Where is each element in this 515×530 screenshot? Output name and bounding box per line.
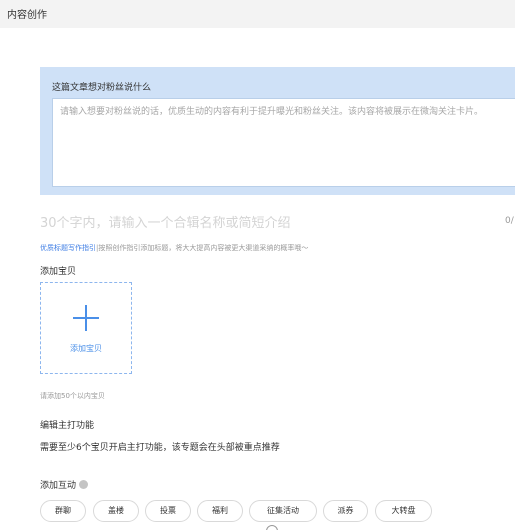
goods-limit-hint: 请添加50个以内宝贝 [40,392,105,400]
interaction-chip-welfare[interactable]: 福利 [197,500,243,522]
add-goods-button-label: 添加宝贝 [70,344,102,353]
interaction-chip-lucky-wheel[interactable]: 大转盘 [375,500,432,522]
title-input[interactable]: 30个字内，请输入一个合辑名称或简短介绍 [40,212,291,231]
top-bar: 内容创作 [0,0,515,28]
interaction-chip-collection[interactable]: 征集活动 [249,500,317,522]
page-title: 内容创作 [7,10,47,21]
fans-message-textarea[interactable]: 请输入想要对粉丝说的话，优质生动的内容有利于提升曝光和粉丝关注。该内容将被展示在… [52,98,515,187]
title-guide-link[interactable]: 优质标题写作指引 [40,244,96,252]
info-icon[interactable] [79,480,89,489]
title-char-count: 0/ [505,216,514,226]
add-goods-label: 添加宝贝 [40,267,77,277]
title-tip: 优质标题写作指引|按照创作指引添加标题，将大大提高内容被更大渠道采纳的概率哦～ [40,243,308,253]
add-interaction-label: 添加互动 [40,481,77,491]
title-tip-text: |按照创作指引添加标题，将大大提高内容被更大渠道采纳的概率哦～ [96,244,309,252]
interaction-chip-coupon[interactable]: 派券 [323,500,368,522]
interaction-chip-vote[interactable]: 投票 [145,500,191,522]
main-feature-description: 需要至少6个宝贝开启主打功能，该专题会在头部被重点推荐 [40,443,280,453]
add-interaction-heading: 添加互动 [40,478,89,491]
fans-message-panel: 这篇文章想对粉丝说什么 请输入想要对粉丝说的话，优质生动的内容有利于提升曝光和粉… [40,67,515,195]
fans-message-label: 这篇文章想对粉丝说什么 [52,83,152,93]
main-feature-label: 编辑主打功能 [40,421,95,431]
plus-icon [73,305,99,331]
add-goods-button[interactable]: 添加宝贝 [40,282,132,374]
add-circle-icon[interactable] [266,525,278,530]
interaction-chip-group-chat[interactable]: 群聊 [40,500,86,522]
interaction-chip-building[interactable]: 盖楼 [93,500,139,522]
